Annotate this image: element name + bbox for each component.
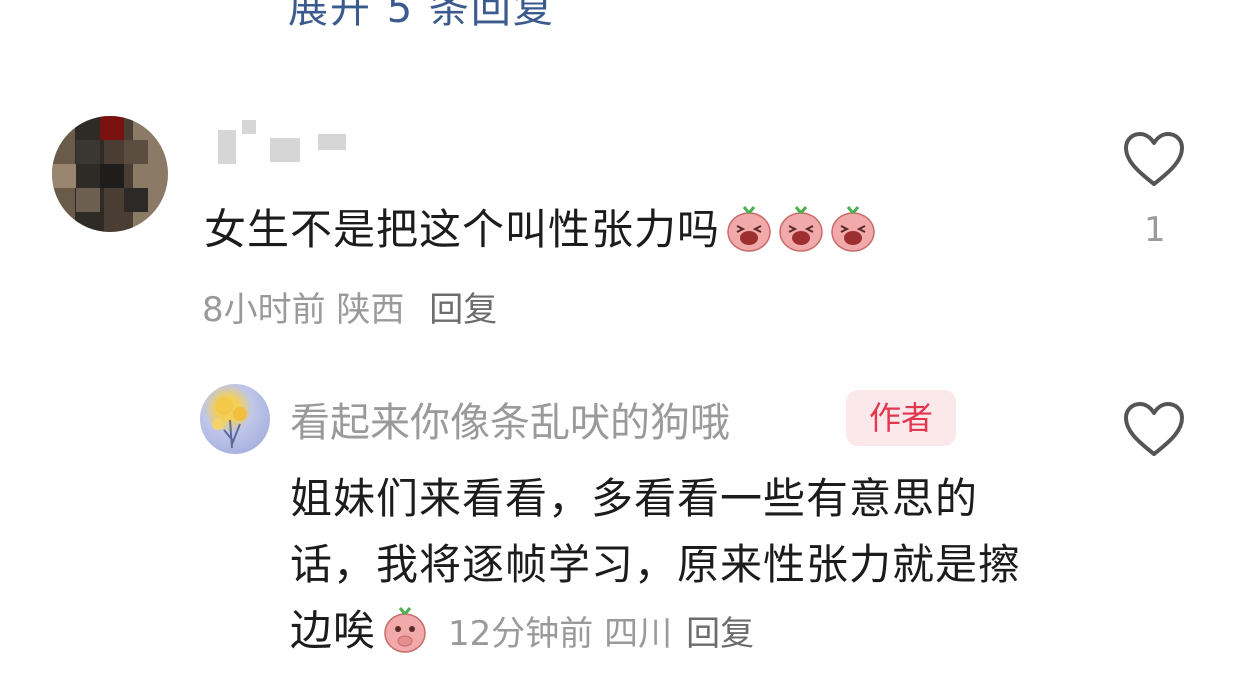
comment-time: 12分钟前 [448, 614, 594, 654]
comment-time: 8小时前 [202, 290, 326, 330]
flower-avatar-image [212, 397, 247, 449]
laughing-peach-emoji [779, 206, 823, 252]
comment-text: 姐妹们来看看，多看看一些有意思的话，我将逐帧学习，原来性张力就是擦边唉 12分钟… [290, 466, 1050, 667]
avatar[interactable] [52, 116, 168, 232]
comment-location: 陕西 [336, 290, 405, 330]
comment-meta: 8小时前 陕西 回复 [202, 282, 497, 331]
reply-button[interactable]: 回复 [686, 614, 754, 654]
comment-meta: 12分钟前 四川 回复 [448, 614, 754, 654]
laughing-peach-emoji [831, 206, 875, 252]
laughing-peach-emoji [727, 206, 771, 252]
comment-text: 女生不是把这个叫性张力吗 [204, 196, 876, 257]
like-count: 1 [1144, 210, 1166, 250]
avatar[interactable] [200, 384, 270, 454]
comment-body: 女生不是把这个叫性张力吗 [204, 205, 721, 254]
shy-peach-emoji [384, 607, 426, 653]
heart-outline-icon[interactable] [1122, 400, 1186, 458]
reply-button[interactable]: 回复 [429, 290, 497, 330]
author-badge: 作者 [846, 390, 956, 446]
comment-author-name-blurred[interactable] [212, 120, 352, 172]
comment-author-name[interactable]: 看起来你像条乱吠的狗哦 [290, 390, 730, 448]
comment-location: 四川 [604, 614, 673, 654]
heart-outline-icon[interactable] [1122, 130, 1186, 188]
expand-replies-link[interactable]: 展开 5 条回复 [288, 0, 555, 34]
